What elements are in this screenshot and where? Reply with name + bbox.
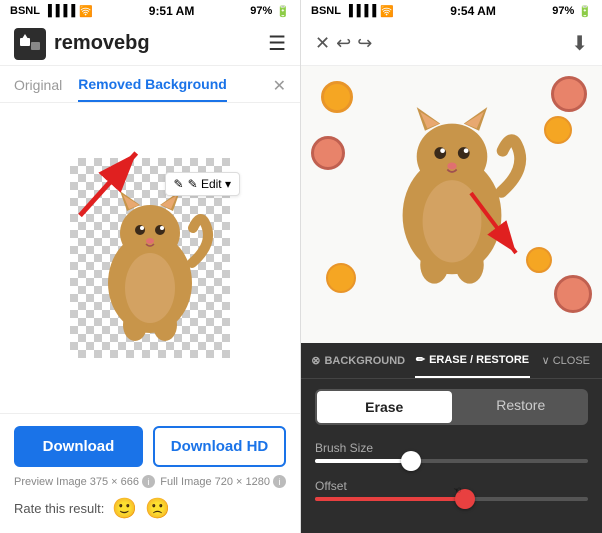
tab-removed[interactable]: Removed Background xyxy=(78,76,227,102)
undo-button[interactable]: ↩ xyxy=(336,33,351,54)
carrier-left: BSNL xyxy=(10,5,40,17)
right-nav: ✕ ↩ ↪ ⬇ xyxy=(301,22,602,66)
time-left: 9:51 AM xyxy=(149,4,195,18)
download-icon-right[interactable]: ⬇ xyxy=(571,31,588,56)
battery-icon-right: 🔋 xyxy=(578,5,592,18)
pencil-icon: ✏ xyxy=(416,353,425,366)
restore-button[interactable]: Restore xyxy=(454,389,589,425)
brush-size-label: Brush Size xyxy=(315,441,588,455)
close-button-right[interactable]: ✕ xyxy=(315,33,330,54)
erase-restore-buttons: Erase Restore xyxy=(315,389,588,425)
status-right-left: 97% 🔋 xyxy=(250,5,290,18)
status-right-right: 97% 🔋 xyxy=(552,5,592,18)
right-image-area xyxy=(301,66,602,343)
download-row: Download Download HD xyxy=(14,426,286,467)
close-tab-button[interactable]: ✕ xyxy=(273,76,286,96)
red-arrow-right xyxy=(451,183,541,273)
full-info: Full Image 720 × 1280 i xyxy=(160,475,286,488)
full-size: 720 × 1280 xyxy=(215,476,270,488)
layers-icon: ⊗ xyxy=(311,354,320,367)
right-panel: BSNL ▐▐▐▐ 🛜 9:54 AM 97% 🔋 ✕ ↩ ↪ ⬇ xyxy=(301,0,602,533)
chevron-down-icon: ∨ xyxy=(542,354,550,367)
left-panel: BSNL ▐▐▐▐ 🛜 9:51 AM 97% 🔋 removebg ☰ Ori… xyxy=(0,0,301,533)
close-tool-button[interactable]: ∨ CLOSE xyxy=(530,343,602,378)
preview-info-icon[interactable]: i xyxy=(142,475,155,488)
offset-thumb[interactable]: ☜ xyxy=(455,489,475,509)
offset-track[interactable]: ☜ xyxy=(315,497,588,501)
offset-label: Offset xyxy=(315,479,588,493)
fruit-2 xyxy=(551,76,587,112)
fruit-5 xyxy=(326,263,356,293)
right-bottom-panel: ⊗ BACKGROUND ✏ ERASE / RESTORE ∨ CLOSE E… xyxy=(301,343,602,533)
battery-left: 97% xyxy=(250,5,272,17)
tabs-row: Original Removed Background ✕ xyxy=(0,66,300,103)
cat-image xyxy=(85,173,215,343)
happy-emoji[interactable]: 🙂 xyxy=(112,496,137,521)
logo-svg xyxy=(19,33,41,55)
brush-size-thumb[interactable] xyxy=(401,451,421,471)
tab-erase[interactable]: ✏ ERASE / RESTORE xyxy=(415,343,529,378)
image-info: Preview Image 375 × 666 i Full Image 720… xyxy=(14,475,286,488)
status-bar-left: BSNL ▐▐▐▐ 🛜 9:51 AM 97% 🔋 xyxy=(0,0,300,22)
brush-size-fill xyxy=(315,459,411,463)
logo-icon xyxy=(14,28,46,60)
hand-icon: ☜ xyxy=(453,485,461,496)
preview-info: Preview Image 375 × 666 i xyxy=(14,475,155,488)
preview-size: 375 × 666 xyxy=(90,476,139,488)
carrier-right: BSNL xyxy=(311,5,341,17)
rate-label: Rate this result: xyxy=(14,501,104,516)
edit-pencil-icon: ✎ xyxy=(174,177,184,191)
download-hd-button[interactable]: Download HD xyxy=(153,426,286,467)
bottom-actions: Download Download HD Preview Image 375 ×… xyxy=(0,413,300,533)
battery-icon-left: 🔋 xyxy=(276,5,290,18)
offset-fill xyxy=(315,497,465,501)
wifi-icon: 🛜 xyxy=(79,5,93,18)
logo-text: removebg xyxy=(54,32,150,55)
rate-row: Rate this result: 🙂 🙁 xyxy=(14,496,286,521)
menu-button[interactable]: ☰ xyxy=(268,31,286,56)
fruit-6 xyxy=(554,275,592,313)
signal-icon-right: ▐▐▐▐ xyxy=(345,5,376,17)
fruit-1 xyxy=(321,81,353,113)
full-info-icon[interactable]: i xyxy=(273,475,286,488)
battery-right: 97% xyxy=(552,5,574,17)
close-tool-label: CLOSE xyxy=(553,355,590,367)
nav-left-right: ✕ ↩ ↪ xyxy=(315,33,372,54)
signal-icon: ▐▐▐▐ xyxy=(44,5,75,17)
edit-button[interactable]: ✎ ✎ Edit ▾ xyxy=(165,172,241,196)
status-left-right: BSNL ▐▐▐▐ 🛜 xyxy=(311,5,394,18)
wifi-icon-right: 🛜 xyxy=(380,5,394,18)
brush-size-row: Brush Size xyxy=(301,435,602,473)
nav-bar-left: removebg ☰ xyxy=(0,22,300,66)
tab-background-label: BACKGROUND xyxy=(324,355,405,367)
tab-original[interactable]: Original xyxy=(14,77,62,101)
sad-emoji[interactable]: 🙁 xyxy=(145,496,170,521)
tool-tabs: ⊗ BACKGROUND ✏ ERASE / RESTORE ∨ CLOSE xyxy=(301,343,602,379)
logo-area: removebg xyxy=(14,28,150,60)
edit-label: ✎ Edit ▾ xyxy=(188,177,231,191)
tab-erase-label: ERASE / RESTORE xyxy=(429,354,529,366)
status-bar-right: BSNL ▐▐▐▐ 🛜 9:54 AM 97% 🔋 xyxy=(301,0,602,22)
brush-size-track[interactable] xyxy=(315,459,588,463)
preview-label: Preview Image xyxy=(14,476,87,488)
redo-button[interactable]: ↪ xyxy=(357,33,372,54)
status-left: BSNL ▐▐▐▐ 🛜 xyxy=(10,5,93,18)
cat-image-container: ✎ ✎ Edit ▾ xyxy=(70,158,230,358)
download-button[interactable]: Download xyxy=(14,426,143,467)
image-area-left: ✎ ✎ Edit ▾ xyxy=(0,103,300,413)
fruit-4 xyxy=(311,136,345,170)
time-right: 9:54 AM xyxy=(450,4,496,18)
erase-button[interactable]: Erase xyxy=(317,391,452,423)
fruit-3 xyxy=(544,116,572,144)
tab-background[interactable]: ⊗ BACKGROUND xyxy=(301,343,415,378)
offset-row: Offset ☜ xyxy=(301,473,602,511)
full-label: Full Image xyxy=(160,476,211,488)
